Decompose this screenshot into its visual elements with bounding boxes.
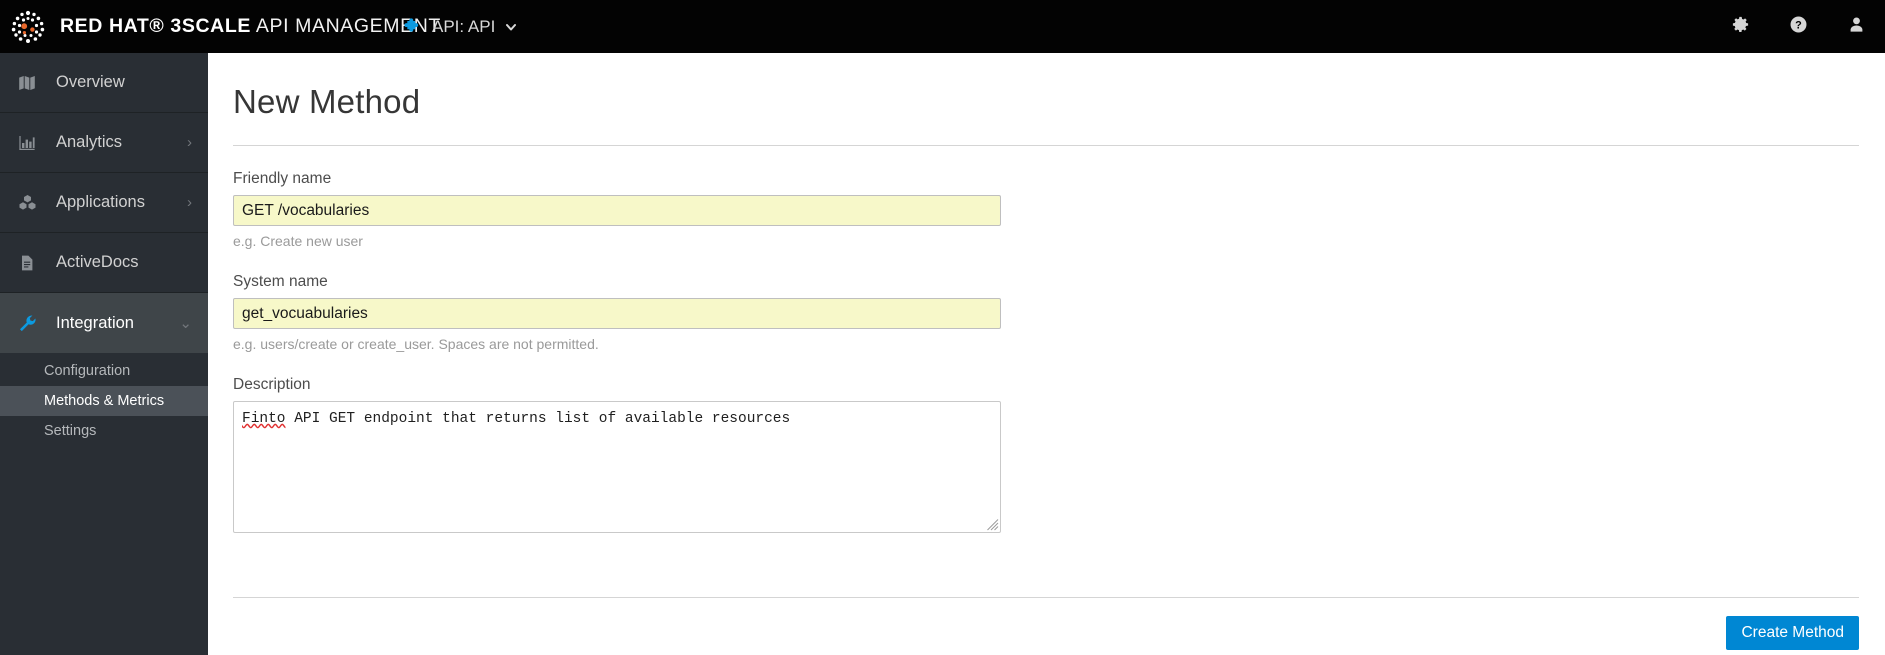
title-divider — [233, 145, 1859, 146]
description-textarea[interactable] — [233, 401, 1001, 533]
wrench-icon — [14, 314, 40, 333]
svg-text:?: ? — [1795, 19, 1802, 31]
sidebar-subnav: Configuration Methods & Metrics Settings — [0, 353, 208, 452]
friendly-name-field-group: Friendly name e.g. Create new user — [233, 170, 1859, 249]
subnav-label: Configuration — [44, 363, 131, 379]
masthead-tools: ? — [1711, 0, 1885, 53]
user-icon — [1847, 15, 1866, 39]
sidebar: Overview Analytics › Applications › Acti… — [0, 53, 208, 655]
chevron-right-icon: › — [187, 134, 192, 151]
sidebar-item-activedocs[interactable]: ActiveDocs — [0, 233, 208, 293]
chevron-down-icon — [504, 20, 518, 34]
map-icon — [14, 74, 40, 92]
puzzle-piece-icon — [404, 17, 423, 36]
sidebar-item-integration[interactable]: Integration ⌄ — [0, 293, 208, 353]
system-name-field-group: System name e.g. users/create or create_… — [233, 273, 1859, 352]
help-button[interactable]: ? — [1769, 0, 1827, 53]
create-method-button[interactable]: Create Method — [1726, 616, 1859, 650]
file-text-icon — [14, 254, 40, 272]
subnav-label: Settings — [44, 423, 97, 439]
sidebar-subitem-configuration[interactable]: Configuration — [0, 356, 208, 386]
footer-divider — [233, 597, 1859, 598]
sidebar-label: Analytics — [56, 133, 123, 151]
sidebar-item-overview[interactable]: Overview — [0, 53, 208, 113]
sidebar-label: Integration — [56, 313, 134, 332]
friendly-name-label: Friendly name — [233, 170, 332, 187]
sidebar-subitem-settings[interactable]: Settings — [0, 416, 208, 446]
description-wrapper: Finto API GET endpoint that returns list… — [233, 401, 1001, 533]
brand-bold-text: RED HAT® 3SCALE — [60, 15, 251, 37]
system-name-help: e.g. users/create or create_user. Spaces… — [233, 336, 599, 352]
sidebar-label: ActiveDocs — [56, 253, 139, 271]
system-name-label: System name — [233, 273, 328, 290]
sidebar-item-applications[interactable]: Applications › — [0, 173, 208, 233]
description-label: Description — [233, 376, 311, 393]
redhat-dot-logo-icon — [9, 8, 47, 46]
chevron-down-icon: ⌄ — [179, 314, 192, 332]
gear-icon — [1731, 15, 1750, 39]
sidebar-label: Overview — [56, 73, 125, 91]
brand-block[interactable]: RED HAT® 3SCALE API MANAGEMENT — [0, 8, 440, 46]
api-switcher[interactable]: API: API — [404, 17, 518, 37]
account-button[interactable] — [1827, 0, 1885, 53]
chevron-right-icon: › — [187, 194, 192, 211]
cubes-icon — [14, 193, 40, 212]
bar-chart-icon — [14, 134, 40, 152]
description-field-group: Description Finto API GET endpoint that … — [233, 376, 1859, 533]
masthead: RED HAT® 3SCALE API MANAGEMENT API: API — [0, 0, 1885, 53]
sidebar-subitem-methods-and-metrics[interactable]: Methods & Metrics — [0, 386, 208, 416]
api-switcher-label: API: API — [432, 16, 496, 36]
brand-wordmark: RED HAT® 3SCALE API MANAGEMENT — [60, 15, 441, 38]
settings-button[interactable] — [1711, 0, 1769, 53]
sidebar-label: Applications — [56, 193, 145, 211]
page-title: New Method — [233, 83, 421, 120]
subnav-label: Methods & Metrics — [44, 393, 165, 409]
main-content: New Method Friendly name e.g. Create new… — [208, 53, 1885, 655]
question-circle-icon: ? — [1789, 15, 1808, 39]
friendly-name-input[interactable] — [233, 195, 1001, 226]
sidebar-item-analytics[interactable]: Analytics › — [0, 113, 208, 173]
system-name-input[interactable] — [233, 298, 1001, 329]
friendly-name-help: e.g. Create new user — [233, 233, 363, 249]
